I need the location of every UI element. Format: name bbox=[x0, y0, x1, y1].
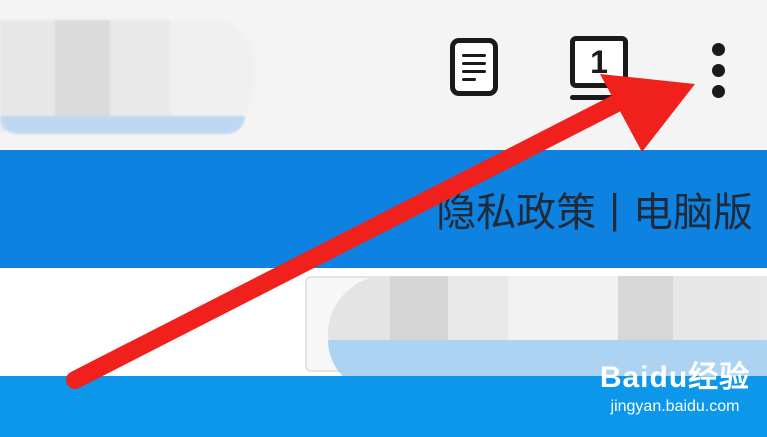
page-header: 隐私政策 | 电脑版 bbox=[0, 150, 767, 268]
more-options-icon[interactable] bbox=[700, 40, 736, 100]
tab-count: 1 bbox=[570, 36, 628, 88]
link-separator: | bbox=[608, 187, 621, 231]
desktop-version-link[interactable]: 电脑版 bbox=[633, 180, 753, 238]
browser-toolbar: 1 bbox=[0, 0, 767, 150]
header-links: 隐私政策 | 电脑版 bbox=[436, 180, 753, 238]
baidu-jingyan-watermark: Baidu经验 jingyan.baidu.com bbox=[590, 352, 760, 422]
watermark-url: jingyan.baidu.com bbox=[610, 398, 740, 415]
watermark-logo: Baidu经验 bbox=[599, 361, 751, 394]
reader-mode-icon[interactable] bbox=[450, 38, 498, 96]
tabs-button[interactable]: 1 bbox=[570, 36, 632, 102]
tabs-icon bbox=[570, 95, 632, 100]
blurred-address-area bbox=[0, 20, 255, 134]
privacy-policy-link[interactable]: 隐私政策 bbox=[436, 180, 596, 238]
